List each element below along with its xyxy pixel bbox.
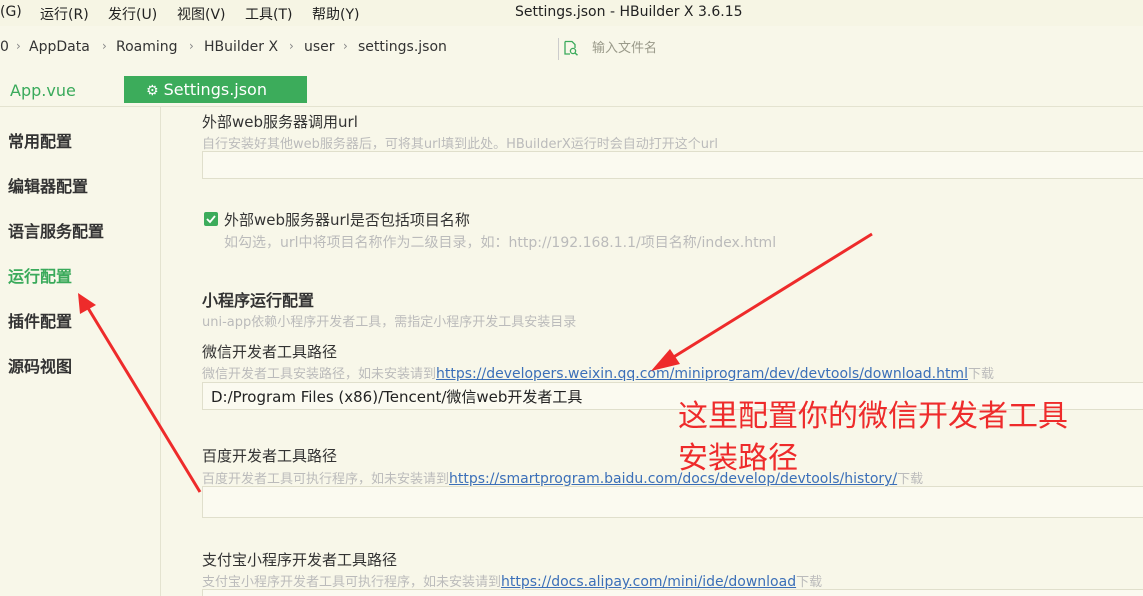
include-project-name-checkbox[interactable] <box>204 212 218 226</box>
tab-bar: App.vue ⚙ Settings.json <box>0 74 1143 107</box>
chevron-right-icon: › <box>289 39 294 53</box>
miniprogram-section-title: 小程序运行配置 <box>202 291 315 310</box>
include-project-name-desc: 如勾选，url中将项目名称作为二级目录，如：http://192.168.1.1… <box>224 235 777 251</box>
miniprogram-section-desc: uni-app依赖小程序开发者工具，需指定小程序开发工具安装目录 <box>202 315 577 330</box>
tab-settings-label: Settings.json <box>163 80 267 99</box>
sidebar-item-common[interactable]: 常用配置 <box>8 128 72 152</box>
chevron-right-icon: › <box>343 39 348 53</box>
include-project-name-label: 外部web服务器url是否包括项目名称 <box>224 211 470 229</box>
breadcrumb-item[interactable]: settings.json <box>358 39 447 55</box>
wechat-devtools-label: 微信开发者工具路径 <box>202 343 338 361</box>
breadcrumb-item[interactable]: user <box>304 39 335 55</box>
menu-publish[interactable]: 发行(U) <box>108 4 157 24</box>
wechat-download-link[interactable]: https://developers.weixin.qq.com/minipro… <box>436 366 968 382</box>
annotation-line-2: 安装路径 <box>678 441 798 476</box>
alipay-desc-prefix: 支付宝小程序开发者工具可执行程序，如未安装请到 <box>202 575 502 590</box>
settings-sidebar: 常用配置 编辑器配置 语言服务配置 运行配置 插件配置 源码视图 <box>0 106 161 596</box>
breadcrumb-item[interactable]: AppData <box>29 39 90 55</box>
file-search-input[interactable] <box>586 37 898 59</box>
menu-view[interactable]: 视图(V) <box>177 4 226 24</box>
baidu-devtools-path-input[interactable] <box>202 486 1143 518</box>
baidu-devtools-label: 百度开发者工具路径 <box>202 447 338 465</box>
menu-go[interactable]: (G) <box>0 4 22 20</box>
gear-icon: ⚙ <box>146 83 159 99</box>
menu-tools[interactable]: 工具(T) <box>245 4 292 24</box>
annotation-note: 这里配置你的微信开发者工具 安装路径 <box>678 396 1068 480</box>
divider <box>558 38 559 60</box>
tab-app-vue[interactable]: App.vue <box>10 81 76 100</box>
alipay-devtools-desc: 支付宝小程序开发者工具可执行程序，如未安装请到https://docs.alip… <box>202 571 822 590</box>
tab-settings-json[interactable]: ⚙ Settings.json <box>124 76 307 103</box>
breadcrumb: 0 › AppData › Roaming › HBuilder X › use… <box>0 36 1143 62</box>
wechat-devtools-desc: 微信开发者工具安装路径，如未安装请到https://developers.wei… <box>202 363 994 382</box>
chevron-right-icon: › <box>102 39 107 53</box>
annotation-line-1: 这里配置你的微信开发者工具 <box>678 399 1068 434</box>
sidebar-item-source-view[interactable]: 源码视图 <box>8 353 72 377</box>
menu-help[interactable]: 帮助(Y) <box>312 4 359 24</box>
sidebar-item-plugins[interactable]: 插件配置 <box>8 308 72 332</box>
menubar: (G) 运行(R) 发行(U) 视图(V) 工具(T) 帮助(Y) Settin… <box>0 0 1143 26</box>
alipay-download-link[interactable]: https://docs.alipay.com/mini/ide/downloa… <box>501 574 796 590</box>
alipay-desc-suffix: 下载 <box>796 575 823 590</box>
wechat-desc-suffix: 下载 <box>967 367 994 382</box>
file-search-icon <box>563 40 579 56</box>
chevron-right-icon: › <box>189 39 194 53</box>
settings-content: 外部web服务器调用url 自行安装好其他web服务器后，可将其url填到此处。… <box>162 107 1143 596</box>
window-title: Settings.json - HBuilder X 3.6.15 <box>515 4 743 20</box>
sidebar-item-run[interactable]: 运行配置 <box>8 263 72 287</box>
sidebar-item-editor[interactable]: 编辑器配置 <box>8 173 88 197</box>
alipay-devtools-label: 支付宝小程序开发者工具路径 <box>202 551 398 569</box>
breadcrumb-item[interactable]: HBuilder X <box>204 39 278 55</box>
web-server-url-input[interactable] <box>202 151 1143 179</box>
check-icon <box>206 215 216 224</box>
alipay-devtools-path-input[interactable] <box>202 589 1143 596</box>
breadcrumb-item[interactable]: Roaming <box>116 39 178 55</box>
web-server-url-label: 外部web服务器调用url <box>202 113 358 131</box>
menu-run[interactable]: 运行(R) <box>40 4 89 24</box>
web-server-url-desc: 自行安装好其他web服务器后，可将其url填到此处。HBuilderX运行时会自… <box>202 137 718 152</box>
chevron-right-icon: › <box>16 39 21 53</box>
breadcrumb-item[interactable]: 0 <box>0 39 9 55</box>
wechat-desc-prefix: 微信开发者工具安装路径，如未安装请到 <box>202 367 437 382</box>
sidebar-item-language-service[interactable]: 语言服务配置 <box>8 218 104 242</box>
baidu-desc-prefix: 百度开发者工具可执行程序，如未安装请到 <box>202 472 450 487</box>
